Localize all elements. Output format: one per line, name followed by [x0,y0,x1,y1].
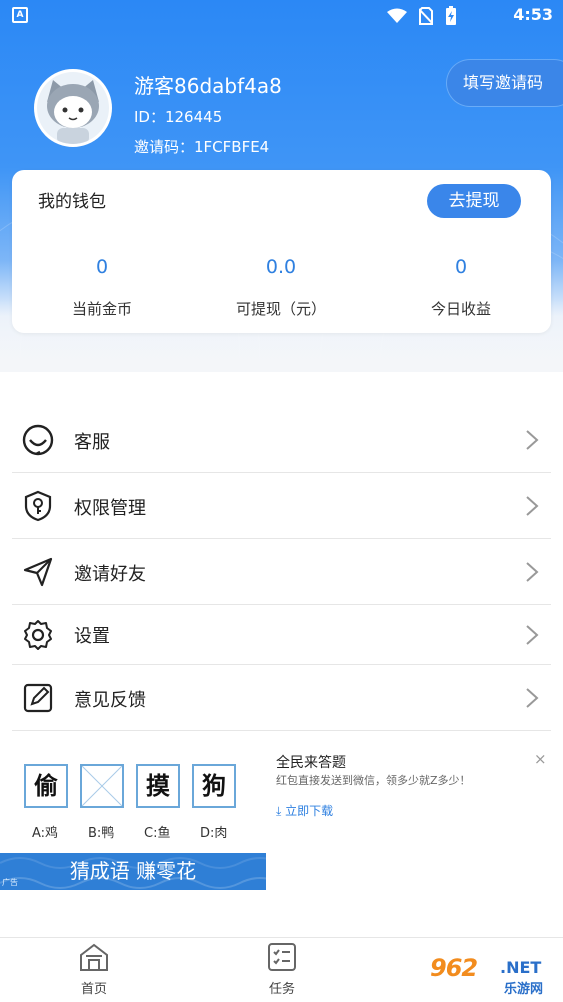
fill-invite-code-button[interactable]: 填写邀请码 [447,60,563,106]
menu-label: 邀请好友 [74,564,146,585]
ad-slogan-text: 猜成语 赚零花 [69,859,197,883]
ad-close-icon[interactable]: × [534,750,547,768]
stat-value: 0 [454,256,468,278]
idiom-tile: 狗 [192,764,236,808]
ad-image[interactable]: 偷 摸 狗 A:鸡 B:鸭 C:鱼 D:肉 猜成语 赚零花 广告 [0,742,266,892]
stat-label: 可提现（元） [235,300,326,318]
stat-value: 0.0 [265,256,297,278]
chevron-right-icon [526,430,539,450]
idiom-option: D:肉 [200,826,228,841]
watermark-brand: 962 [430,954,478,982]
tab-label: 首页 [80,982,107,997]
idiom-tile-blank [80,764,124,808]
tab-label: 任务 [268,982,295,997]
chevron-right-icon [526,688,539,708]
menu-label: 意见反馈 [74,690,146,711]
menu-item-invite-friends[interactable]: 邀请好友 [12,539,551,605]
menu-item-feedback[interactable]: 意见反馈 [12,665,551,731]
tab-home[interactable]: 首页 [54,942,134,997]
ad-slogan: 猜成语 赚零花 广告 [0,853,266,890]
stat-label: 当前金币 [71,300,132,318]
menu-item-permissions[interactable]: 权限管理 [12,473,551,539]
watermark-net: .NET [500,958,542,977]
ad-tag: 广告 [2,878,18,887]
avatar[interactable] [34,69,112,147]
gear-icon [24,620,52,650]
chevron-right-icon [526,625,539,645]
ad-download-link[interactable]: ⤓ 立即下载 [276,802,333,819]
status-bar: A 4:53 [0,0,563,30]
idiom-option: A:鸡 [32,826,59,841]
no-sim-icon [419,7,433,25]
menu-label: 设置 [74,626,110,647]
menu-item-customer-service[interactable]: 客服 [12,407,551,473]
ad-banner[interactable]: 偷 摸 狗 A:鸡 B:鸭 C:鱼 D:肉 猜成语 赚零花 广告 全民来答题 红… [0,742,563,892]
stat-value: 0 [95,256,109,278]
withdraw-button[interactable]: 去提现 [427,184,521,218]
wifi-icon [387,8,407,23]
stat-label: 今日收益 [430,300,491,318]
chevron-right-icon [526,562,539,582]
download-icon: ⤓ [276,804,282,818]
idiom-tile: 偷 [24,764,68,808]
invite-code: 邀请码：1FCFBFE4 [134,138,270,156]
avatar-cartoon-icon [37,72,109,144]
shield-key-icon [24,490,52,522]
idiom-option: C:鱼 [144,826,171,841]
menu-label: 客服 [74,432,110,453]
stat-today-earnings: 0 今日收益 [371,256,551,319]
ad-description: 红包直接发送到微信，领多少就Z多少！ [276,774,471,787]
clock: 4:53 [513,5,553,24]
wallet-title: 我的钱包 [38,192,106,212]
task-list-icon [268,943,296,971]
idiom-tile: 摸 [136,764,180,808]
stat-withdrawable: 0.0 可提现（元） [191,256,371,319]
tab-tasks[interactable]: 任务 [242,942,322,997]
idiom-option: B:鸭 [88,826,115,841]
menu-item-settings[interactable]: 设置 [12,605,551,665]
settings-menu: 客服 权限管理 邀请好友 设置 意见反馈 [12,407,551,731]
edit-icon [23,683,53,713]
watermark-site: 乐游网 [504,982,544,997]
chevron-right-icon [526,496,539,516]
user-id: ID：126445 [134,108,223,126]
stat-coins: 0 当前金币 [12,256,192,319]
headset-icon [22,424,54,456]
send-icon [23,557,53,587]
ad-title: 全民来答题 [276,755,346,771]
battery-icon [446,6,456,25]
menu-label: 权限管理 [74,498,146,519]
app-notification-icon: A [12,7,28,23]
wallet-card: 我的钱包 去提现 0 当前金币 0.0 可提现（元） 0 今日收益 [12,170,551,333]
ad-download-label: 立即下载 [285,804,334,818]
username: 游客86dabf4a8 [134,74,282,98]
home-icon [80,943,108,971]
